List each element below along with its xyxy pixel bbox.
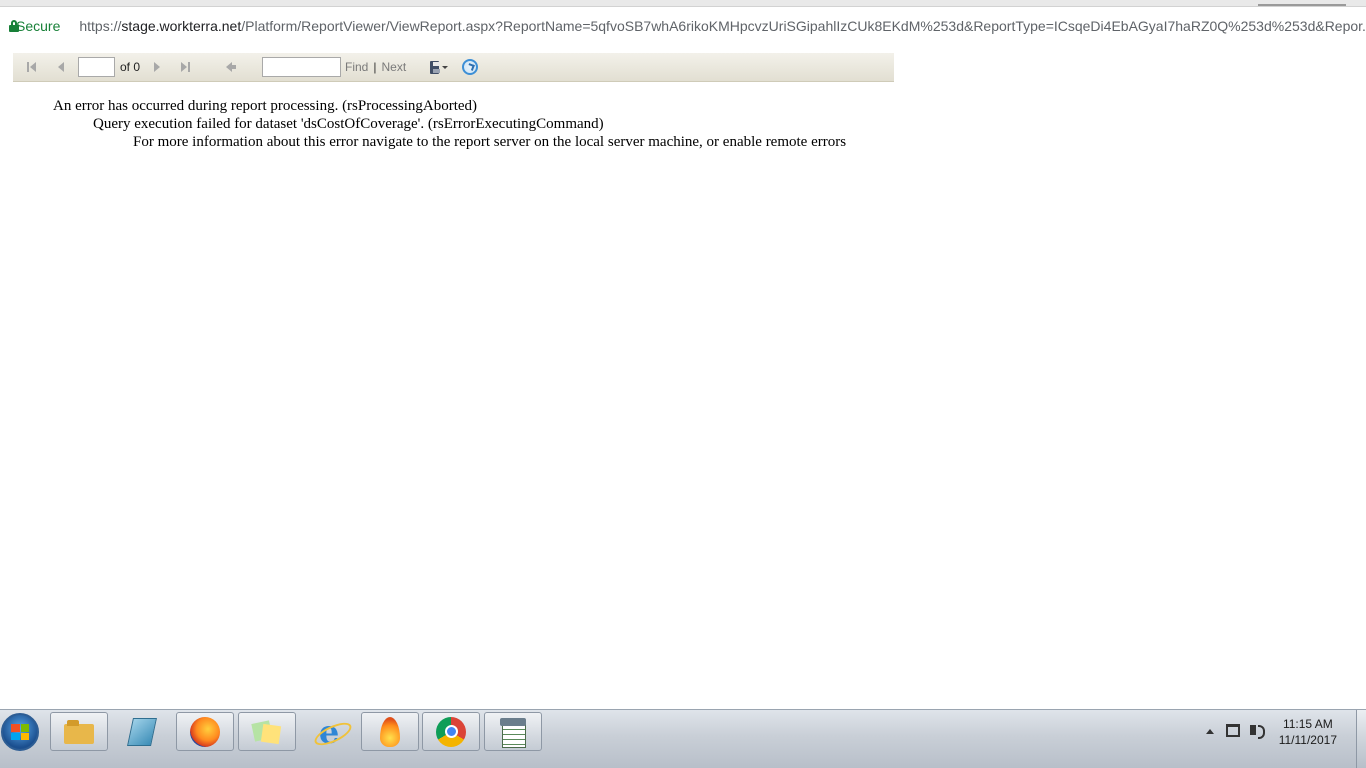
back-to-parent-button[interactable] [224, 60, 238, 74]
taskbar-item-spreadsheet[interactable] [484, 712, 542, 751]
error-message-query: Query execution failed for dataset 'dsCo… [93, 116, 604, 132]
error-message-info: For more information about this error na… [133, 134, 847, 150]
next-page-button[interactable] [150, 60, 164, 74]
first-page-icon [26, 62, 29, 72]
previous-page-icon [58, 62, 64, 72]
address-bar[interactable]: Secure https:// stage.workterra.net /Pla… [0, 12, 1366, 39]
find-next-link[interactable]: Next [381, 60, 406, 74]
strip-tab [1258, 0, 1346, 6]
taskbar-item-chrome[interactable] [422, 712, 480, 751]
save-floppy-icon [430, 60, 441, 74]
sticky-notes-icon [253, 720, 281, 744]
secure-label[interactable]: Secure [16, 18, 60, 34]
refresh-icon[interactable] [462, 59, 479, 75]
show-desktop-button[interactable] [1356, 710, 1366, 768]
clock-time: 11:15 AM [1282, 717, 1333, 731]
error-message-processing: An error has occurred during report proc… [53, 98, 478, 114]
windows-logo-icon [11, 724, 29, 740]
firefox-icon [190, 716, 220, 747]
last-page-button[interactable] [178, 60, 192, 74]
taskbar-item-explorer[interactable] [50, 712, 108, 751]
url-path[interactable]: /Platform/ReportViewer/ViewReport.aspx?R… [241, 18, 1366, 34]
book-icon [127, 717, 157, 746]
url-domain[interactable]: stage.workterra.net [121, 18, 241, 34]
clock-date: 11/11/2017 [1278, 733, 1337, 747]
report-viewer-toolbar: of 0 Find | Next [13, 53, 894, 82]
chevron-down-icon [442, 65, 449, 69]
taskbar-item-book[interactable] [113, 712, 171, 751]
spreadsheet-icon [500, 717, 526, 748]
last-page-icon [180, 62, 187, 72]
show-hidden-icons-icon[interactable] [1206, 729, 1214, 734]
windows-explorer-icon [64, 719, 94, 744]
system-clock[interactable]: 11:15 AM 11/11/2017 [1279, 716, 1337, 748]
export-button[interactable] [430, 59, 449, 75]
taskbar-item-sticky-notes[interactable] [238, 712, 296, 751]
next-page-icon [154, 62, 161, 72]
start-button[interactable] [1, 713, 39, 751]
volume-icon[interactable] [1250, 725, 1265, 739]
network-icon[interactable] [1226, 724, 1240, 737]
chrome-icon [436, 716, 466, 747]
windows-taskbar: e 11:15 AM 11/11/2017 [0, 709, 1366, 768]
url-scheme[interactable]: https:// [79, 18, 121, 34]
find-separator: | [373, 60, 377, 74]
previous-page-button[interactable] [54, 60, 68, 74]
find-text-input[interactable] [262, 57, 342, 77]
find-link[interactable]: Find [345, 60, 368, 74]
top-strip [0, 0, 1366, 7]
page-count-label: of 0 [120, 60, 141, 74]
taskbar-item-firefox[interactable] [176, 712, 234, 751]
taskbar-item-flame-app[interactable] [361, 712, 419, 751]
internet-explorer-icon: e [318, 712, 340, 751]
first-page-button[interactable] [24, 60, 38, 74]
flame-app-icon [380, 716, 400, 747]
page-number-input[interactable] [78, 57, 115, 77]
taskbar-item-internet-explorer[interactable]: e [300, 712, 358, 751]
